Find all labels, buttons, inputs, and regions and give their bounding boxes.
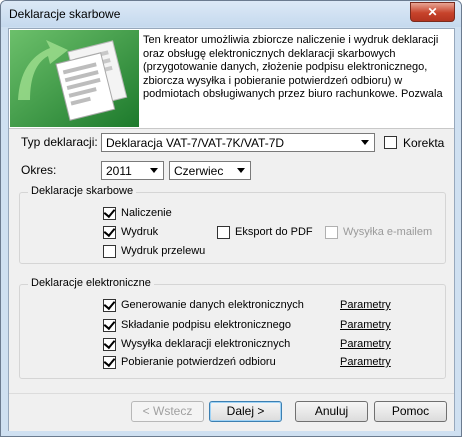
- email-checkbox[interactable]: [325, 226, 338, 239]
- wydruk-label: Wydruk: [121, 226, 159, 238]
- electronic-declarations-title: Deklaracje elektroniczne: [28, 277, 154, 289]
- wysylka-parametry-link[interactable]: Parametry: [340, 338, 391, 350]
- chevron-down-icon: [361, 140, 369, 145]
- generowanie-checkbox[interactable]: [103, 297, 116, 312]
- period-label: Okres:: [21, 163, 57, 177]
- year-value: 2011: [106, 164, 132, 178]
- korekta-label: Korekta: [403, 136, 445, 150]
- declaration-type-select[interactable]: Deklaracja VAT-7/VAT-7K/VAT-7D: [101, 133, 375, 152]
- email-label: Wysyłka e-mailem: [343, 226, 433, 238]
- checkmark-icon: [103, 205, 116, 219]
- wizard-window: Deklaracje skarbowe ✕ Ten kreator umożli…: [0, 0, 462, 437]
- wysylka-label: Wysyłka deklaracji elektronicznych: [121, 338, 291, 350]
- tax-declarations-group: Deklaracje skarbowe Naliczenie Wydruk Ek…: [19, 185, 446, 264]
- documents-arrow-icon: [10, 30, 139, 127]
- declaration-type-label: Typ deklaracji:: [21, 135, 98, 149]
- wizard-banner: Ten kreator umożliwia zbiorcze naliczeni…: [9, 29, 454, 129]
- naliczenie-checkbox[interactable]: [103, 205, 116, 220]
- close-icon: ✕: [427, 5, 438, 19]
- generowanie-parametry-link[interactable]: Parametry: [340, 299, 391, 311]
- potwierdzenia-label: Pobieranie potwierdzeń odbioru: [121, 356, 276, 368]
- close-button[interactable]: ✕: [410, 2, 455, 22]
- podpis-checkbox[interactable]: [103, 317, 116, 332]
- help-button[interactable]: Pomoc: [374, 401, 447, 422]
- back-button[interactable]: < Wstecz: [131, 401, 204, 422]
- button-bar: < Wstecz Dalej > Anuluj Pomoc: [9, 393, 454, 431]
- checkmark-icon: [103, 336, 116, 350]
- month-value: Czerwiec: [174, 164, 224, 178]
- wysylka-checkbox[interactable]: [103, 336, 116, 351]
- checkmark-icon: [103, 317, 116, 331]
- declaration-type-value: Deklaracja VAT-7/VAT-7K/VAT-7D: [106, 136, 285, 150]
- generowanie-label: Generowanie danych elektronicznych: [121, 299, 304, 311]
- dialog-client-area: Ten kreator umożliwia zbiorcze naliczeni…: [8, 28, 455, 431]
- chevron-down-icon: [237, 168, 245, 173]
- podpis-parametry-link[interactable]: Parametry: [340, 319, 391, 331]
- checkmark-icon: [103, 297, 116, 311]
- podpis-label: Składanie podpisu elektronicznego: [121, 319, 292, 331]
- potwierdzenia-checkbox[interactable]: [103, 354, 116, 369]
- korekta-checkbox[interactable]: [384, 136, 397, 149]
- potwierdzenia-parametry-link[interactable]: Parametry: [340, 356, 391, 368]
- cancel-button[interactable]: Anuluj: [295, 401, 368, 422]
- next-button[interactable]: Dalej >: [209, 401, 282, 422]
- year-select[interactable]: 2011: [101, 161, 164, 180]
- month-select[interactable]: Czerwiec: [169, 161, 251, 180]
- window-title: Deklaracje skarbowe: [9, 7, 121, 21]
- naliczenie-label: Naliczenie: [121, 207, 172, 219]
- chevron-down-icon: [150, 168, 158, 173]
- eksport-pdf-checkbox[interactable]: [217, 226, 230, 239]
- wydruk-przelewu-label: Wydruk przelewu: [121, 245, 206, 257]
- checkmark-icon: [103, 224, 116, 238]
- eksport-pdf-label: Eksport do PDF: [235, 226, 313, 238]
- wydruk-przelewu-checkbox[interactable]: [103, 245, 116, 258]
- checkmark-icon: [103, 354, 116, 368]
- banner-description: Ten kreator umożliwia zbiorcze naliczeni…: [143, 34, 443, 100]
- tax-declarations-title: Deklaracje skarbowe: [28, 185, 137, 197]
- title-bar[interactable]: Deklaracje skarbowe ✕: [1, 1, 461, 27]
- wydruk-checkbox[interactable]: [103, 224, 116, 239]
- electronic-declarations-group: Deklaracje elektroniczne Generowanie dan…: [19, 277, 446, 379]
